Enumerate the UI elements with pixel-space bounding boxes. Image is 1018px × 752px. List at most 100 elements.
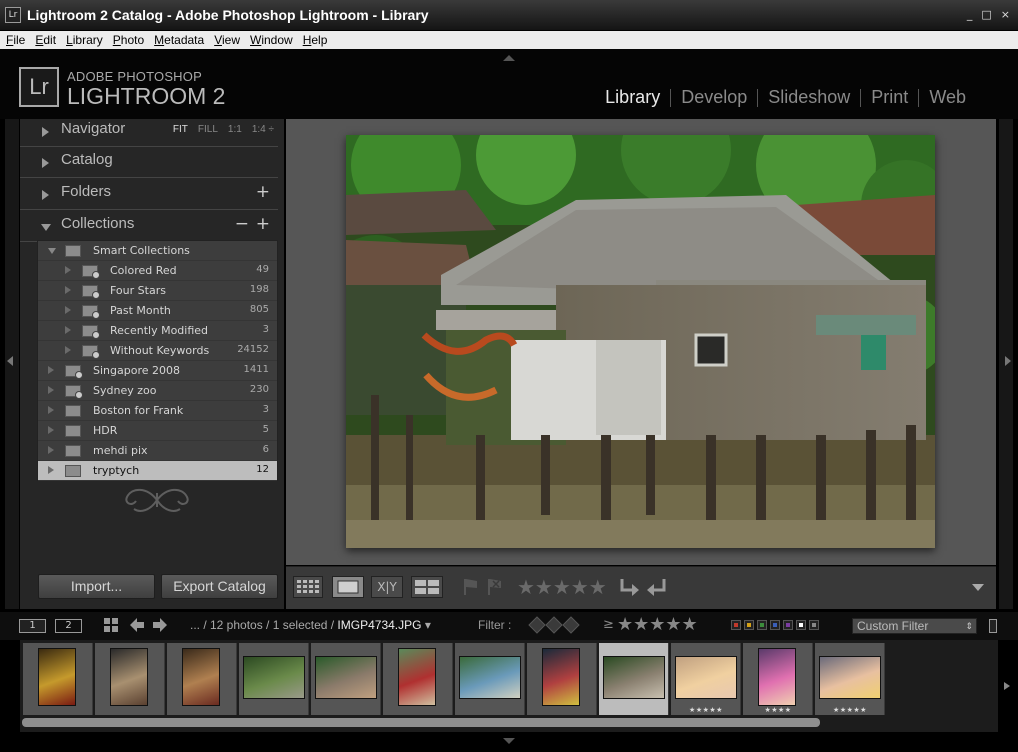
collection-item[interactable]: Singapore 2008 1411 xyxy=(38,361,277,381)
menu-file[interactable]: File xyxy=(0,31,29,49)
top-panel-toggle-icon[interactable] xyxy=(503,55,515,61)
collection-item[interactable]: mehdi pix 6 xyxy=(38,441,277,461)
color-label-chip[interactable] xyxy=(744,620,754,630)
menu-edit[interactable]: Edit xyxy=(29,31,60,49)
collection-item[interactable]: tryptych 12 xyxy=(38,461,277,481)
left-panel-toggle-icon[interactable] xyxy=(7,356,13,366)
collection-item[interactable]: Boston for Frank 3 xyxy=(38,401,277,421)
close-icon[interactable]: × xyxy=(1001,8,1010,21)
rating-stars[interactable]: ★★★★★ xyxy=(517,575,607,599)
expand-triangle-icon[interactable] xyxy=(65,346,71,354)
filmstrip-thumbnail-cell[interactable] xyxy=(23,643,93,715)
expand-triangle-icon[interactable] xyxy=(42,190,49,200)
color-label-chip[interactable] xyxy=(783,620,793,630)
module-library[interactable]: Library xyxy=(595,87,670,108)
filmstrip-lock-icon[interactable] xyxy=(989,619,997,633)
collapse-triangle-icon[interactable] xyxy=(41,224,51,231)
expand-triangle-icon[interactable] xyxy=(65,266,71,274)
filmstrip-thumbnail-cell[interactable]: ★★★★★ xyxy=(671,643,741,715)
expand-triangle-icon[interactable] xyxy=(65,326,71,334)
expand-triangle-icon[interactable] xyxy=(65,306,71,314)
collection-item[interactable]: Smart Collections xyxy=(38,241,277,261)
expand-triangle-icon[interactable] xyxy=(42,158,49,168)
filmstrip-thumbnail-cell[interactable] xyxy=(383,643,453,715)
collection-item[interactable]: Colored Red 49 xyxy=(38,261,277,281)
compare-view-icon[interactable]: X|Y xyxy=(371,576,403,598)
filmstrip-scrollbar[interactable] xyxy=(22,718,820,727)
menu-window[interactable]: Window xyxy=(244,31,297,49)
filmstrip-source-path[interactable]: ... / 12 photos / 1 selected / IMGP4734.… xyxy=(190,618,431,632)
filename-dropdown-icon[interactable]: ▾ xyxy=(425,618,431,632)
add-folder-icon[interactable]: + xyxy=(256,182,270,202)
color-label-chip[interactable] xyxy=(757,620,767,630)
menu-metadata[interactable]: Metadata xyxy=(148,31,208,49)
lightroom-app-icon[interactable]: Lr xyxy=(5,7,21,23)
filmstrip-panel-toggle-icon[interactable] xyxy=(503,738,515,744)
previous-arrow-icon[interactable] xyxy=(129,617,145,633)
main-window-button[interactable]: 1 xyxy=(19,619,46,633)
filmstrip-thumbnail-cell[interactable] xyxy=(239,643,309,715)
navigator-panel-header[interactable]: Navigator FIT FILL 1:1 1:4 ÷ xyxy=(20,117,278,147)
collection-item[interactable]: Four Stars 198 xyxy=(38,281,277,301)
rotate-right-icon[interactable] xyxy=(646,576,670,598)
rating-filter-stars[interactable]: ★★★★★ xyxy=(617,614,698,635)
second-window-button[interactable]: 2 xyxy=(55,619,82,633)
module-print[interactable]: Print xyxy=(861,87,918,108)
collection-item[interactable]: Recently Modified 3 xyxy=(38,321,277,341)
minimize-icon[interactable]: _ xyxy=(967,8,973,21)
menu-photo[interactable]: Photo xyxy=(107,31,148,49)
color-label-chip[interactable] xyxy=(731,620,741,630)
expand-triangle-icon[interactable] xyxy=(42,127,49,137)
export-catalog-button[interactable]: Export Catalog xyxy=(161,574,278,599)
collection-item[interactable]: Past Month 805 xyxy=(38,301,277,321)
grid-view-icon[interactable] xyxy=(293,576,323,598)
rotate-left-icon[interactable] xyxy=(616,576,640,598)
collection-item[interactable]: Without Keywords 24152 xyxy=(38,341,277,361)
module-develop[interactable]: Develop xyxy=(671,87,757,108)
expand-triangle-icon[interactable] xyxy=(48,386,54,394)
filmstrip-thumbnail-cell[interactable] xyxy=(527,643,597,715)
filmstrip-thumbnail-cell[interactable] xyxy=(455,643,525,715)
main-photo[interactable] xyxy=(346,135,935,548)
flag-pick-icon[interactable] xyxy=(462,578,478,596)
next-arrow-icon[interactable] xyxy=(152,617,168,633)
zoom-1-4[interactable]: 1:4 ÷ xyxy=(252,124,274,135)
expand-triangle-icon[interactable] xyxy=(48,446,54,454)
maximize-icon[interactable]: □ xyxy=(981,8,991,21)
add-collection-icon[interactable]: + xyxy=(256,214,270,234)
filmstrip-thumbnail-cell[interactable]: ★★★★ xyxy=(743,643,813,715)
filmstrip-thumbnail-cell[interactable] xyxy=(311,643,381,715)
collection-item[interactable]: HDR 5 xyxy=(38,421,277,441)
collapse-triangle-icon[interactable] xyxy=(48,248,56,254)
filmstrip-scroll-right-icon[interactable] xyxy=(1004,682,1010,690)
expand-triangle-icon[interactable] xyxy=(65,286,71,294)
flag-reject-icon[interactable] xyxy=(486,578,502,596)
folders-panel-header[interactable]: Folders + xyxy=(20,180,278,210)
loupe-view-icon[interactable] xyxy=(332,576,364,598)
filmstrip-thumbnail-cell[interactable]: ★★★★★ xyxy=(815,643,885,715)
expand-triangle-icon[interactable] xyxy=(48,406,54,414)
expand-triangle-icon[interactable] xyxy=(48,366,54,374)
module-web[interactable]: Web xyxy=(919,87,976,108)
rating-operator[interactable]: ≥ xyxy=(603,617,614,632)
color-label-chip[interactable] xyxy=(770,620,780,630)
zoom-1-1[interactable]: 1:1 xyxy=(228,124,242,135)
collection-item[interactable]: Sydney zoo 230 xyxy=(38,381,277,401)
survey-view-icon[interactable] xyxy=(411,576,443,598)
filmstrip-thumbnail-cell[interactable] xyxy=(167,643,237,715)
expand-triangle-icon[interactable] xyxy=(48,466,54,474)
collections-panel-header[interactable]: Collections − + xyxy=(20,212,278,242)
toolbar-options-icon[interactable] xyxy=(972,584,984,591)
zoom-fit[interactable]: FIT xyxy=(173,124,188,135)
grid-jump-icon[interactable] xyxy=(103,617,119,633)
import-button[interactable]: Import... xyxy=(38,574,155,599)
menu-view[interactable]: View xyxy=(208,31,244,49)
catalog-panel-header[interactable]: Catalog xyxy=(20,148,278,178)
module-slideshow[interactable]: Slideshow xyxy=(758,87,860,108)
menu-library[interactable]: Library xyxy=(60,31,107,49)
expand-triangle-icon[interactable] xyxy=(48,426,54,434)
right-panel-toggle-icon[interactable] xyxy=(1005,356,1011,366)
menu-help[interactable]: Help xyxy=(297,31,332,49)
zoom-fill[interactable]: FILL xyxy=(198,124,218,135)
color-label-chip[interactable] xyxy=(809,620,819,630)
